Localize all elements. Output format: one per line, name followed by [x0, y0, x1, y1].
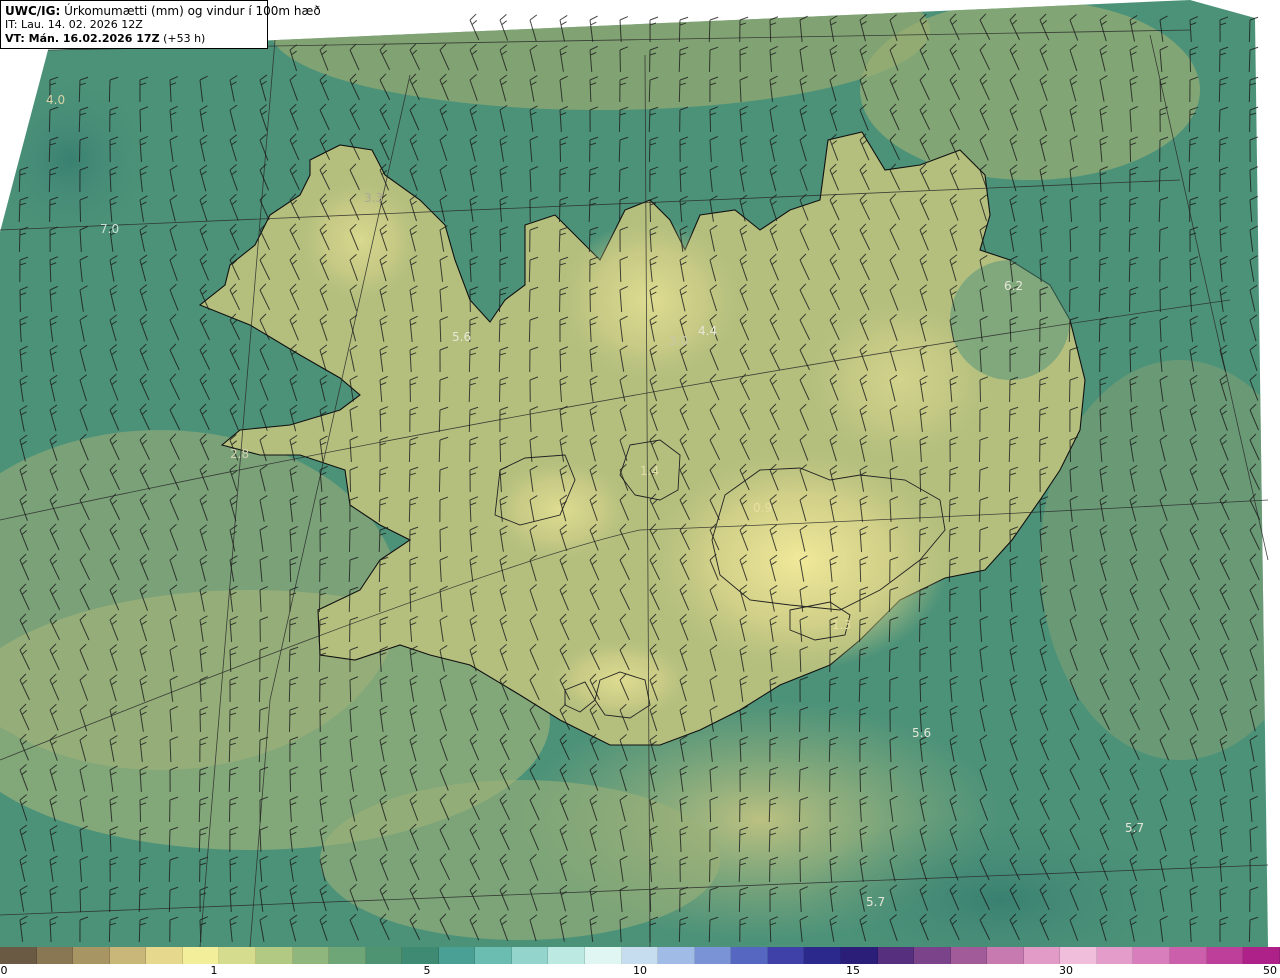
colorbar-segment	[548, 947, 585, 964]
colorbar-segment	[402, 947, 439, 964]
colorbar-segment	[1023, 947, 1061, 964]
map-title: Úrkomumætti (mm) og vindur í 100m hæð	[64, 4, 321, 18]
colorbar-segment	[182, 947, 220, 964]
map-value-label: 3.3	[364, 191, 383, 205]
colorbar-segment	[1243, 947, 1280, 964]
forecast-hour: (+53 h)	[163, 32, 206, 45]
colorbar-segment	[365, 947, 403, 964]
map-value-label: 5.6	[912, 726, 931, 740]
map-title-line: UWC/IG: Úrkomumætti (mm) og vindur í 100…	[5, 4, 321, 18]
colorbar-segment	[1170, 947, 1207, 964]
colorbar-segment	[877, 947, 915, 964]
colorbar-segment	[585, 947, 622, 964]
map-value-label: 6.2	[1004, 279, 1023, 293]
colorbar-segment	[1060, 947, 1097, 964]
colorbar-segment	[731, 947, 768, 964]
product-code: UWC/IG:	[5, 4, 61, 18]
colorbar-segment	[767, 947, 805, 964]
colorbar-segment	[109, 947, 147, 964]
colorbar-segment	[146, 947, 183, 964]
colorbar-segment	[987, 947, 1024, 964]
colorbar-tick-label: 10	[633, 964, 647, 977]
colorbar-segment	[292, 947, 330, 964]
colorbar-segment	[0, 947, 37, 964]
weather-map: 4.0 7.0 3.3 5.6 4.4 3.0 6.2 2.8 1.4 0.9 …	[0, 0, 1280, 947]
colorbar-tick-label: 30	[1059, 964, 1073, 977]
valid-time: VT: Mán. 16.02.2026 17Z	[5, 32, 160, 45]
map-value-label: 2.8	[230, 447, 249, 461]
colorbar-segment	[438, 947, 476, 964]
colorbar-segment	[804, 947, 841, 964]
issue-time: IT: Lau. 14. 02. 2026 12Z	[5, 18, 143, 31]
map-value-label: 1.3	[832, 618, 851, 632]
colorbar-segment	[329, 947, 366, 964]
map-value-label: 4.4	[698, 324, 717, 338]
map-value-label: 1.4	[640, 464, 659, 478]
colorbar: 0 1 5 10 15 30 50	[0, 947, 1280, 978]
colorbar-tick-label: 0	[0, 964, 8, 977]
colorbar-segment	[621, 947, 659, 964]
colorbar-segment	[914, 947, 951, 964]
colorbar-tick-label: 1	[210, 964, 218, 977]
colorbar-segment	[1096, 947, 1134, 964]
colorbar-tick-label: 15	[846, 964, 860, 977]
colorbar-tick-label: 5	[423, 964, 431, 977]
colorbar-segment	[1133, 947, 1170, 964]
map-value-label: 5.6	[452, 330, 471, 344]
colorbar-tick-label: 50	[1263, 964, 1277, 977]
map-info-box: UWC/IG: Úrkomumætti (mm) og vindur í 100…	[0, 0, 321, 49]
colorbar-segment	[658, 947, 695, 964]
map-value-label: 0.9	[753, 501, 772, 515]
map-value-label: 4.0	[46, 93, 65, 107]
colorbar-strip	[0, 947, 1280, 964]
colorbar-segment	[475, 947, 512, 964]
map-value-label: 7.0	[100, 222, 119, 236]
colorbar-segment	[255, 947, 293, 964]
colorbar-segment	[73, 947, 110, 964]
colorbar-segment	[1206, 947, 1244, 964]
colorbar-segment	[511, 947, 549, 964]
map-value-label: 5.7	[866, 895, 885, 909]
colorbar-segment	[840, 947, 878, 964]
colorbar-segment	[36, 947, 74, 964]
map-value-label: 3.0	[669, 334, 688, 348]
colorbar-segment	[950, 947, 988, 964]
map-value-label: 5.7	[1125, 821, 1144, 835]
colorbar-segment	[694, 947, 732, 964]
colorbar-segment	[219, 947, 256, 964]
valid-time-line: VT: Mán. 16.02.2026 17Z (+53 h)	[5, 32, 263, 46]
